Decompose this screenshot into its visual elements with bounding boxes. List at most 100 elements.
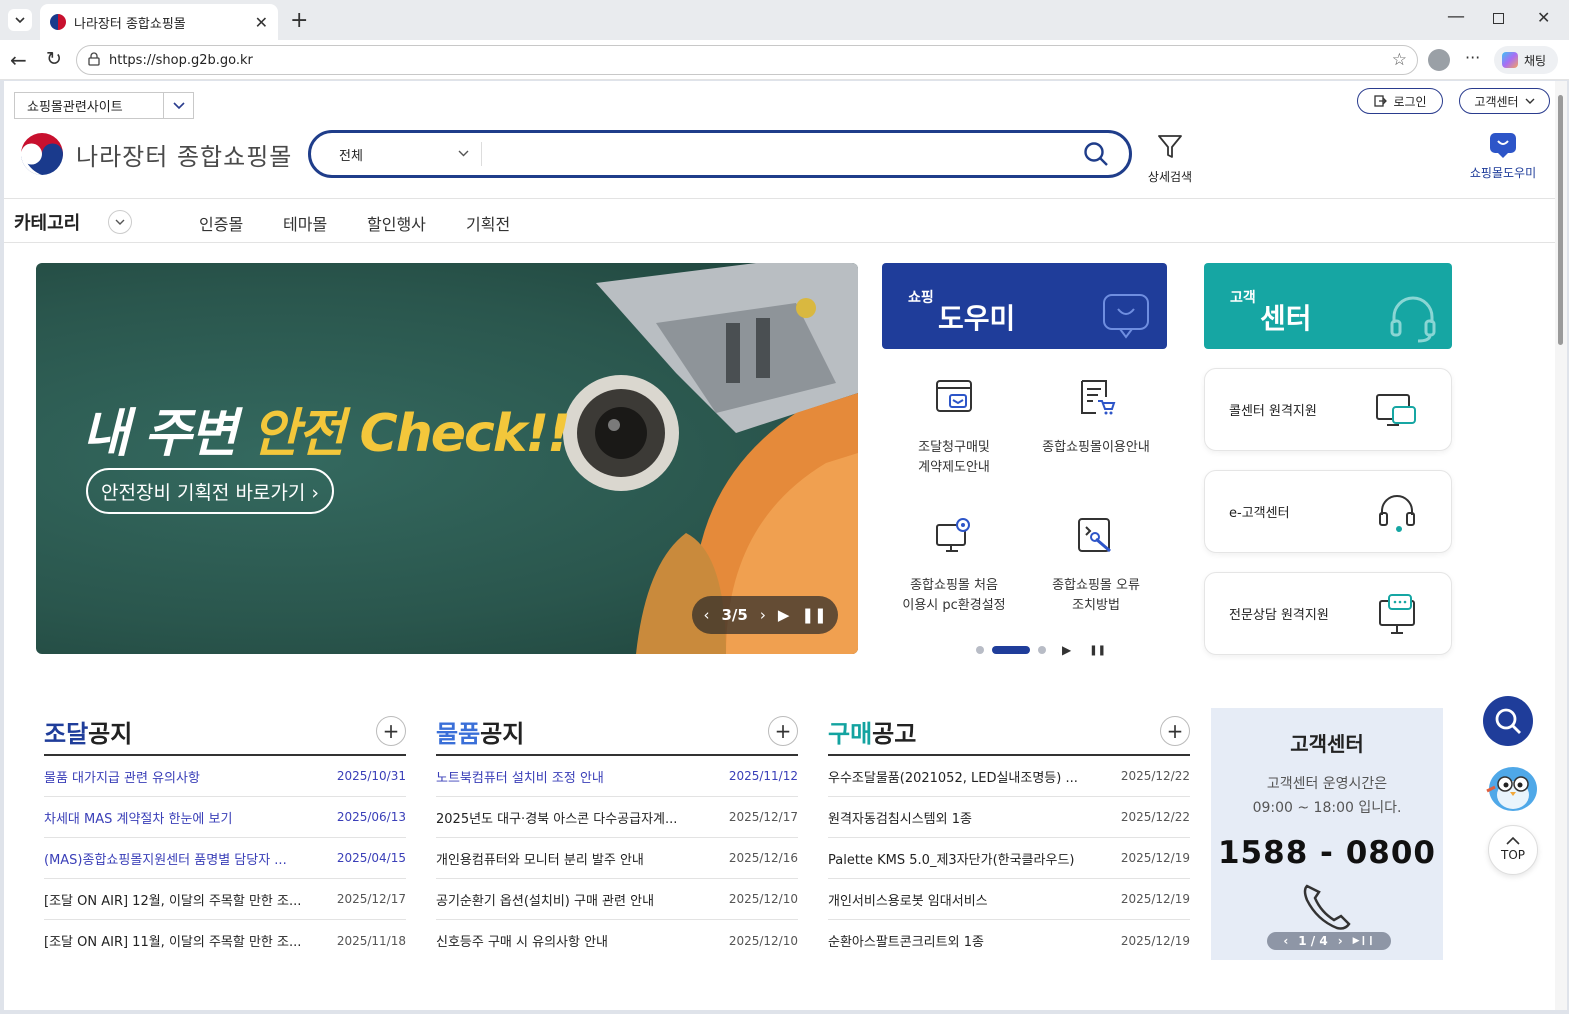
main-banner[interactable]: 내 주변 안전 Check!! 안전장비 기획전 바로가기 › ‹ 3/5 › … (36, 263, 858, 654)
helper-small-label: 쇼핑 (908, 290, 934, 306)
chatbot-mascot[interactable] (1483, 757, 1541, 815)
login-button[interactable]: 로그인 (1357, 88, 1443, 114)
list-item[interactable]: 차세대 MAS 계약절차 한눈에 보기 2025/06/13 (44, 797, 406, 838)
more-plus-button[interactable]: + (1160, 716, 1190, 746)
nav-certified-mall[interactable]: 인증몰 (199, 211, 243, 235)
help-pc-setup[interactable]: 종합쇼핑몰 처음 이용시 pc환경설정 (884, 515, 1024, 616)
list-item[interactable]: 물품 대가지급 관련 유의사항 2025/10/31 (44, 756, 406, 797)
list-item[interactable]: [조달 ON AIR] 11월, 이달의 주목할 만한 조... 2025/11/… (44, 920, 406, 961)
scrollbar[interactable] (1555, 81, 1567, 1010)
nav-discount-event[interactable]: 할인행사 (367, 211, 426, 235)
list-item[interactable]: 원격자동검침시스템외 1종 2025/12/22 (828, 797, 1190, 838)
advanced-search-button[interactable]: 상세검색 (1144, 133, 1196, 185)
tab-list-button[interactable] (8, 9, 32, 31)
nav-theme-mall[interactable]: 테마몰 (283, 211, 327, 235)
url-field[interactable]: https://shop.g2b.go.kr ☆ (76, 45, 1418, 75)
new-tab-button[interactable]: + (290, 8, 308, 33)
banner-cta-button[interactable]: 안전장비 기획전 바로가기 › (86, 468, 334, 514)
advanced-search-label: 상세검색 (1147, 170, 1193, 184)
play-icon[interactable]: ▶ (778, 606, 790, 624)
callcenter-remote-card[interactable]: 콜센터 원격지원 (1204, 368, 1452, 451)
search-category-select[interactable]: 전체 (339, 145, 469, 164)
scrollbar-thumb[interactable] (1558, 95, 1563, 345)
search-icon[interactable] (1083, 141, 1109, 167)
pause-icon[interactable]: ❚❚ (1089, 645, 1106, 656)
pause-icon[interactable]: ❚❚ (801, 606, 826, 624)
copilot-icon (1502, 52, 1518, 68)
list-item[interactable]: 신호등주 구매 시 유의사항 안내 2025/12/10 (436, 920, 798, 961)
list-item[interactable]: 공기순환기 옵션(설치비) 구매 관련 안내 2025/12/10 (436, 879, 798, 920)
reload-icon[interactable]: ↻ (46, 48, 62, 70)
next-arrow-icon[interactable]: › (760, 606, 766, 624)
card-label: 콜센터 원격지원 (1229, 404, 1317, 419)
banner-cta-label: 안전장비 기획전 바로가기 › (101, 481, 319, 504)
chevron-down-icon[interactable] (108, 210, 133, 234)
prev-arrow-icon[interactable]: ‹ (1283, 934, 1288, 948)
floating-search-button[interactable] (1483, 696, 1533, 746)
e-customer-center-card[interactable]: e-고객센터 (1204, 470, 1452, 553)
category-menu[interactable]: 카테고리 (14, 209, 133, 235)
help-item-line1: 종합쇼핑몰이용안내 (1042, 440, 1150, 455)
help-error-fix[interactable]: 종합쇼핑몰 오류 조치방법 (1026, 515, 1166, 616)
prev-arrow-icon[interactable]: ‹ (703, 606, 709, 624)
list-title: 조달공지 (44, 720, 133, 748)
list-item[interactable]: 우수조달물품(2021052, LED실내조명등) ... 2025/12/22 (828, 756, 1190, 797)
more-menu-icon[interactable]: ··· (1465, 48, 1480, 67)
search-divider (481, 142, 482, 166)
banner-counter: 3/5 (721, 606, 748, 624)
list-item[interactable]: [조달 ON AIR] 12월, 이달의 주목할 만한 조... 2025/12/… (44, 879, 406, 920)
site-logo[interactable]: 나라장터 종합쇼핑몰 (18, 131, 292, 177)
pager-dot[interactable] (1038, 646, 1046, 654)
banner-pager: ‹ 3/5 › ▶ ❚❚ (692, 596, 838, 634)
play-icon[interactable]: ▶ (1062, 643, 1071, 657)
customer-center-label: 고객센터 (1474, 94, 1519, 109)
help-procurement-guide[interactable]: 조달청구매및 계약제도안내 (884, 377, 1024, 478)
more-plus-button[interactable]: + (768, 716, 798, 746)
cs-pager-count: 1 / 4 (1298, 934, 1328, 948)
related-sites-select[interactable]: 쇼핑몰관련사이트 (14, 92, 194, 119)
maximize-button[interactable] (1493, 13, 1504, 24)
pager-dot[interactable] (976, 646, 984, 654)
list-item[interactable]: 개인서비스용로봇 임대서비스 2025/12/19 (828, 879, 1190, 920)
list-item[interactable]: 2025년도 대구·경북 아스콘 다수공급자계... 2025/12/17 (436, 797, 798, 838)
list-item[interactable]: Palette KMS 5.0_제3자단가(한국클라우드) 2025/12/19 (828, 838, 1190, 879)
logo-text: 나라장터 종합쇼핑몰 (76, 142, 293, 171)
help-item-line1: 종합쇼핑몰 오류 (1052, 578, 1140, 593)
cs-pager: ‹ 1 / 4 › ▶❙❙ (1267, 932, 1391, 950)
expert-consult-remote-card[interactable]: 전문상담 원격지원 (1204, 572, 1452, 655)
list-item[interactable]: 노트북컴퓨터 설치비 조정 안내 2025/11/12 (436, 756, 798, 797)
related-sites-label: 쇼핑몰관련사이트 (27, 100, 123, 115)
copilot-button[interactable]: 채팅 (1494, 46, 1558, 74)
close-tab-icon[interactable]: ✕ (255, 13, 268, 32)
banner-headline-white: 내 주변 (82, 404, 252, 464)
shopping-helper-button[interactable]: 쇼핑몰도우미 (1462, 131, 1544, 181)
search-input[interactable] (491, 139, 1071, 169)
customer-center-dropdown[interactable]: 고객센터 (1459, 88, 1550, 114)
list-item[interactable]: 개인용컴퓨터와 모니터 분리 발주 안내 2025/12/16 (436, 838, 798, 879)
scroll-top-button[interactable]: TOP (1488, 825, 1538, 875)
more-plus-button[interactable]: + (376, 716, 406, 746)
minimize-button[interactable]: — (1447, 6, 1465, 27)
pager-dot-active[interactable] (992, 646, 1030, 654)
profile-avatar[interactable] (1428, 49, 1450, 71)
browser-tab-strip: 나라장터 종합쇼핑몰 ✕ + — ✕ (0, 0, 1569, 40)
close-window-button[interactable]: ✕ (1537, 8, 1550, 27)
taegeuk-favicon-icon (50, 14, 66, 30)
list-item[interactable]: (MAS)종합쇼핑몰지원센터 품명별 담당자 ... 2025/04/15 (44, 838, 406, 879)
tab-title: 나라장터 종합쇼핑몰 (74, 16, 186, 32)
help-item-line2: 이용시 pc환경설정 (902, 598, 1006, 613)
star-icon[interactable]: ☆ (1392, 50, 1407, 70)
document-window-icon (936, 380, 972, 412)
play-pause-icon[interactable]: ▶❙❙ (1353, 936, 1375, 946)
chevron-down-icon (458, 150, 469, 157)
banner-headline-yellow2: Check!! (343, 404, 571, 464)
next-arrow-icon[interactable]: › (1338, 934, 1343, 948)
help-mall-usage-guide[interactable]: 종합쇼핑몰이용안내 (1026, 377, 1166, 458)
customer-header[interactable]: 고객 센터 (1204, 263, 1452, 349)
list-item[interactable]: 순환아스팔트콘크리트외 1종 2025/12/19 (828, 920, 1190, 961)
back-arrow-icon[interactable]: ← (10, 48, 27, 72)
tab-active[interactable]: 나라장터 종합쇼핑몰 ✕ (40, 4, 278, 40)
helper-header[interactable]: 쇼핑 도우미 (882, 263, 1167, 349)
nav-special-exhibition[interactable]: 기획전 (466, 211, 510, 235)
phone-icon (1303, 884, 1351, 930)
